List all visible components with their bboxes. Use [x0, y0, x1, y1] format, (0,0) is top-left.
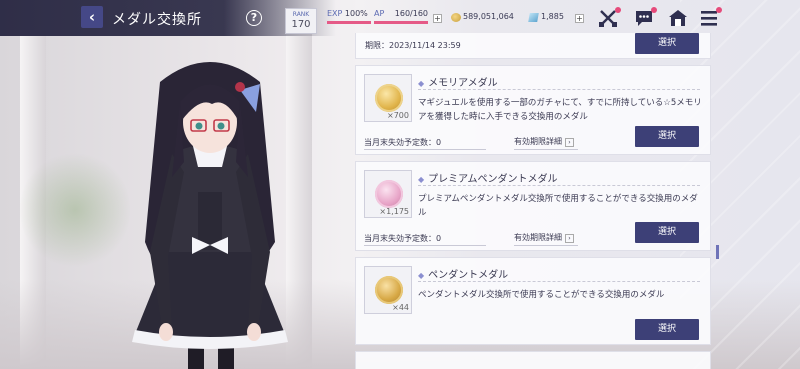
ap-value: 160/160: [394, 9, 428, 18]
pendant-medal-icon: [375, 276, 403, 304]
chevron-left-icon: ‹: [88, 8, 96, 26]
medal-title: ◆ メモリアメダル: [418, 78, 498, 89]
top-bar: ‹ メダル交換所 ? RANK 170 EXP 100% AP 160/160 …: [0, 0, 800, 36]
expiry-detail-link[interactable]: 有効期限詳細 ›: [514, 232, 574, 243]
medal-title: ◆ プレミアムペンダントメダル: [418, 174, 558, 185]
help-button[interactable]: ?: [246, 10, 262, 26]
medal-quantity: ×44: [392, 303, 409, 312]
memoria-medal-icon: [375, 84, 403, 112]
chat-icon[interactable]: [633, 7, 657, 30]
expiry-detail-link[interactable]: 有効期限詳細 ›: [514, 136, 574, 147]
medal-description: プレミアムペンダントメダル交換所で使用することができる交換用のメダル: [418, 194, 698, 218]
exp-readout: EXP 100%: [327, 9, 368, 18]
rank-label: RANK: [292, 11, 310, 18]
gem-icon: [528, 13, 539, 22]
page-title: メダル交換所: [112, 12, 202, 28]
character-illustration: [132, 62, 288, 369]
select-button[interactable]: 選択: [635, 222, 699, 243]
home-icon[interactable]: [667, 8, 689, 30]
ap-readout: AP 160/160: [374, 9, 428, 18]
expire-count: 当月末失効予定数：0: [364, 138, 442, 147]
menu-icon[interactable]: [698, 7, 722, 30]
coins-value: 589,051,064: [463, 12, 514, 21]
medal-description: マギジュエルを使用する一部のガチャにて、すでに所持している☆5メモリアを獲得した…: [418, 98, 702, 122]
list-item: 期限：2023/11/14 23:59 選択: [355, 33, 711, 59]
gems-value: 1,885: [541, 12, 564, 21]
exp-value: 100%: [344, 9, 368, 18]
list-item: ×1,175 ◆ プレミアムペンダントメダル プレミアムペンダントメダル交換所で使…: [355, 161, 711, 251]
ap-label: AP: [374, 9, 385, 18]
list-item: ×44 ◆ ペンダントメダル ペンダントメダル交換所で使用することができる交換用の…: [355, 257, 711, 345]
exp-label: EXP: [327, 9, 343, 18]
medal-thumbnail: ×44: [364, 266, 412, 314]
rank-value: 170: [291, 19, 311, 30]
medal-quantity: ×1,175: [379, 207, 409, 216]
premium-pendant-medal-icon: [375, 180, 403, 208]
ap-bar: [374, 21, 428, 24]
ap-plus-button[interactable]: +: [433, 14, 442, 23]
medal-thumbnail: ×700: [364, 74, 412, 122]
medal-title: ◆ ペンダントメダル: [418, 270, 509, 281]
exp-bar: [327, 21, 371, 24]
expire-count: 当月末失効予定数：0: [364, 234, 442, 243]
select-button[interactable]: 選択: [635, 126, 699, 147]
gem-plus-button[interactable]: +: [575, 14, 584, 23]
rank-badge: RANK 170: [285, 8, 317, 34]
list-item: ×700 ◆ メモリアメダル マギジュエルを使用する一部のガチャにて、すでに所持し…: [355, 65, 711, 155]
list-item: [355, 351, 711, 369]
medal-description: ペンダントメダル交換所で使用することができる交換用のメダル: [418, 290, 665, 300]
select-button[interactable]: 選択: [635, 319, 699, 340]
scrollbar-thumb[interactable]: [716, 245, 719, 259]
medal-list: 期限：2023/11/14 23:59 選択 ×700 ◆ メモリアメダル マギジ…: [355, 33, 711, 369]
battle-icon[interactable]: [597, 7, 621, 30]
coin-icon: [451, 13, 461, 22]
deadline-text: 期限：2023/11/14 23:59: [365, 41, 461, 50]
medal-thumbnail: ×1,175: [364, 170, 412, 218]
back-button[interactable]: ‹: [81, 6, 103, 28]
select-button[interactable]: 選択: [635, 33, 699, 54]
medal-quantity: ×700: [387, 111, 409, 120]
